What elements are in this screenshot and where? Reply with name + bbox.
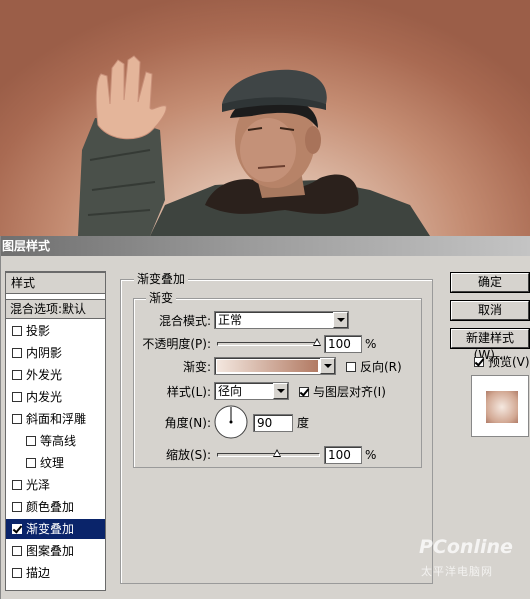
scale-slider-thumb[interactable]: [273, 449, 281, 457]
scale-input[interactable]: 100: [324, 446, 362, 464]
style-list-checkbox[interactable]: [12, 524, 22, 534]
gradient-group-title: 渐变: [146, 291, 177, 305]
style-list-label: 光泽: [26, 478, 51, 492]
style-list-item[interactable]: 外发光: [6, 365, 105, 385]
style-list-checkbox[interactable]: [12, 480, 22, 490]
style-list-item[interactable]: 等高线: [6, 431, 105, 451]
style-dropdown-icon[interactable]: [273, 383, 288, 399]
opacity-slider-thumb[interactable]: [313, 338, 321, 346]
preview-label: 预览(V): [488, 355, 530, 369]
style-list-label: 内发光: [26, 390, 63, 404]
cancel-button[interactable]: 取消: [451, 301, 529, 320]
style-list-checkbox[interactable]: [12, 568, 22, 578]
style-list-item[interactable]: 颜色叠加: [6, 497, 105, 517]
watermark-subtitle: 太平洋电脑网: [421, 565, 493, 578]
style-list-label: 等高线: [40, 434, 77, 448]
reverse-checkbox[interactable]: 反向(R): [346, 359, 402, 375]
style-preview-swatch: [486, 391, 518, 423]
style-list-checkbox[interactable]: [12, 370, 22, 380]
preview-checkbox-box[interactable]: [474, 357, 484, 367]
style-list-checkbox[interactable]: [26, 458, 36, 468]
style-list-label: 颜色叠加: [26, 500, 75, 514]
opacity-label: 不透明度(P):: [142, 337, 211, 351]
gradient-label: 渐变:: [182, 360, 211, 374]
opacity-slider-track[interactable]: [217, 342, 320, 346]
style-list-item[interactable]: 光泽: [6, 475, 105, 495]
styles-header[interactable]: 样式: [5, 272, 106, 294]
angle-label: 角度(N):: [164, 416, 211, 430]
blend-options-item[interactable]: 混合选项:默认: [6, 299, 105, 319]
style-list-checkbox[interactable]: [12, 502, 22, 512]
layer-style-dialog: 图层样式 样式 混合选项:默认 投影内阴影外发光内发光斜面和浮雕等高线纹理光泽颜…: [0, 236, 530, 599]
scale-label: 缩放(S):: [165, 448, 211, 462]
style-value: 径向: [218, 384, 243, 398]
angle-dial[interactable]: [213, 404, 249, 440]
style-list-label: 外发光: [26, 368, 63, 382]
style-list-item[interactable]: 纹理: [6, 453, 105, 473]
style-list-checkbox[interactable]: [12, 546, 22, 556]
reverse-checkbox-box[interactable]: [346, 362, 356, 372]
style-list-label: 内阴影: [26, 346, 63, 360]
style-list-checkbox[interactable]: [12, 414, 22, 424]
style-list-label: 斜面和浮雕: [26, 412, 87, 426]
ok-button[interactable]: 确定: [451, 273, 529, 292]
preview-checkbox[interactable]: 预览(V): [474, 354, 530, 370]
style-list-checkbox[interactable]: [12, 348, 22, 358]
style-list-item[interactable]: 斜面和浮雕: [6, 409, 105, 429]
man-photo: [78, 55, 430, 236]
style-list-checkbox[interactable]: [12, 392, 22, 402]
style-label: 样式(L):: [166, 385, 211, 399]
style-list-item[interactable]: 内阴影: [6, 343, 105, 363]
align-checkbox[interactable]: 与图层对齐(I): [299, 384, 386, 400]
gradient-overlay-title: 渐变叠加: [134, 272, 189, 286]
style-list-item[interactable]: 渐变叠加: [6, 519, 105, 539]
gradient-picker[interactable]: [214, 357, 336, 375]
scale-slider-track[interactable]: [217, 453, 320, 457]
style-list-label: 纹理: [40, 456, 65, 470]
style-list-item[interactable]: 描边: [6, 563, 105, 583]
angle-input[interactable]: 90: [253, 414, 293, 432]
watermark-logo: PConline: [419, 536, 513, 558]
blend-mode-dropdown-icon[interactable]: [333, 312, 348, 328]
blend-mode-value: 正常: [218, 313, 243, 327]
style-preview-box: [471, 375, 529, 437]
gradient-swatch: [217, 360, 318, 372]
angle-unit: 度: [297, 416, 310, 430]
style-select[interactable]: 径向: [214, 382, 289, 400]
align-label: 与图层对齐(I): [313, 385, 386, 399]
style-list-checkbox[interactable]: [12, 326, 22, 336]
gradient-dropdown-icon[interactable]: [320, 358, 335, 374]
opacity-input[interactable]: 100: [324, 335, 362, 353]
style-list-label: 投影: [26, 324, 51, 338]
opacity-unit: %: [365, 337, 377, 351]
style-list-label: 描边: [26, 566, 51, 580]
style-list-label: 渐变叠加: [26, 522, 75, 536]
reverse-label: 反向(R): [360, 360, 402, 374]
align-checkbox-box[interactable]: [299, 387, 309, 397]
style-list-label: 图案叠加: [26, 544, 75, 558]
blend-mode-label: 混合模式:: [158, 314, 211, 328]
style-list-item[interactable]: 投影: [6, 321, 105, 341]
scale-unit: %: [365, 448, 377, 462]
new-style-button[interactable]: 新建样式(W)...: [451, 329, 529, 362]
photo-preview: [0, 0, 530, 236]
blend-mode-select[interactable]: 正常: [214, 311, 349, 329]
style-list-checkbox[interactable]: [26, 436, 36, 446]
dialog-title: 图层样式: [1, 236, 530, 256]
style-list-item[interactable]: 内发光: [6, 387, 105, 407]
style-list-item[interactable]: 图案叠加: [6, 541, 105, 561]
